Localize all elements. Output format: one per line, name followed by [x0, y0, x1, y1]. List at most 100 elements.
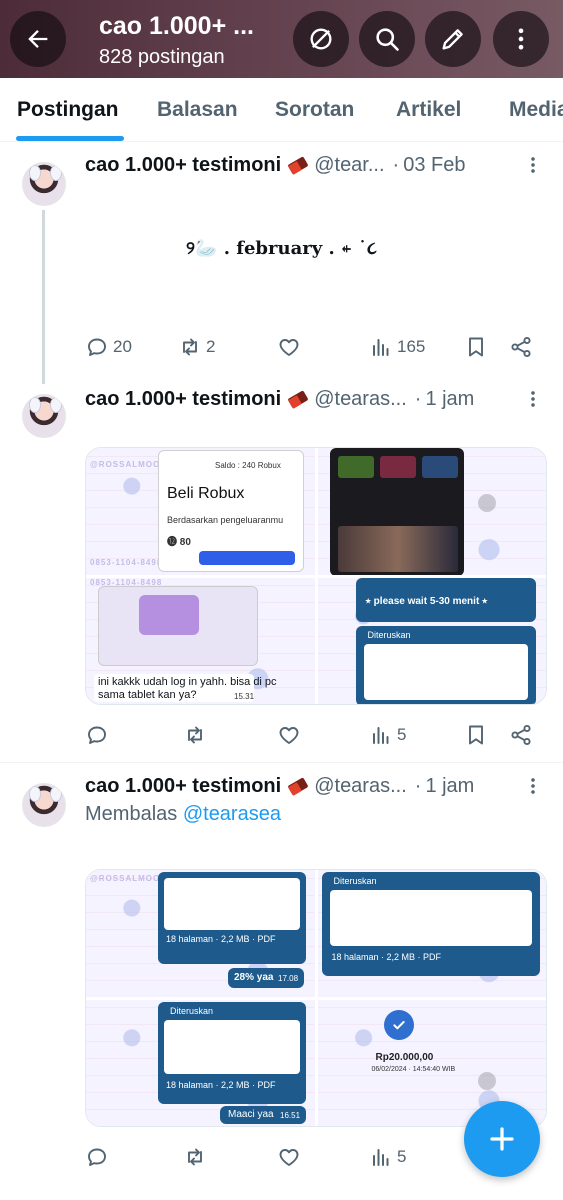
forwarded-label: Diteruskan: [170, 1005, 214, 1016]
percent-message: 28% yaa 17.08: [228, 968, 304, 988]
percent-text: 28% yaa: [234, 972, 274, 983]
repost-button[interactable]: [183, 1142, 207, 1172]
reply-button[interactable]: [85, 720, 109, 750]
forwarded-preview: [363, 643, 528, 700]
views-button[interactable]: 5: [369, 720, 406, 750]
chat-caption-line-2: sama tablet kan ya?: [98, 688, 197, 701]
mute-button[interactable]: [293, 11, 349, 67]
views-button[interactable]: 165: [369, 332, 425, 362]
share-icon: [511, 724, 531, 746]
forwarded-message: Diteruskan: [355, 625, 536, 704]
bookmark-icon: [469, 725, 483, 745]
media-image-3[interactable]: 0853-1104-8498 ini kakkk udah log in yah…: [86, 577, 315, 704]
display-name[interactable]: cao 1.000+ testimoni: [85, 154, 281, 177]
tab-media[interactable]: Media: [509, 98, 563, 122]
reply-button[interactable]: 20: [85, 332, 132, 362]
media-image-1[interactable]: @ROSSALMOOON ON IG 18 halaman · 2,2 MB ·…: [86, 870, 315, 997]
post-actions: 20 2 165: [85, 332, 547, 362]
bookmark-icon: [469, 337, 483, 357]
post-time[interactable]: 1 jam: [425, 388, 474, 411]
post-text: ୨🦢 . february . ⍅ ˙૮: [186, 238, 377, 259]
comment-icon: [88, 1148, 106, 1166]
payment-amount: Rp20.000,00: [375, 1051, 434, 1063]
repost-button[interactable]: [183, 720, 207, 750]
post-header: cao 1.000+ testimoni @tearas... · 1 jam: [85, 386, 474, 412]
profile-header: cao 1.000+ ... 828 postingan: [0, 0, 563, 78]
post-header: cao 1.000+ testimoni @tear... · 03 Feb: [85, 152, 465, 178]
reply-button[interactable]: [85, 1142, 109, 1172]
post-time[interactable]: 03 Feb: [403, 154, 465, 177]
tab-sorotan[interactable]: Sorotan: [275, 98, 354, 122]
repost-icon: [188, 726, 202, 744]
forwarded-label: Diteruskan: [367, 629, 411, 640]
heart-icon: [279, 727, 299, 744]
tab-postingan[interactable]: Postingan: [17, 98, 119, 122]
user-handle[interactable]: @tearas...: [314, 388, 407, 411]
share-icon: [511, 336, 531, 358]
like-button[interactable]: [277, 720, 301, 750]
more-vertical-icon: [531, 777, 535, 795]
post-more-button[interactable]: [521, 387, 545, 411]
more-vertical-icon: [518, 28, 524, 50]
bookmark-button[interactable]: [464, 720, 488, 750]
repost-icon: [183, 338, 197, 356]
heart-icon: [279, 1149, 299, 1166]
robux-screen: Saldo : 240 Robux Beli Robux Berdasarkan…: [158, 450, 304, 572]
post-header: cao 1.000+ testimoni @tearas... · 1 jam: [85, 773, 474, 799]
chat-time: 15.31: [234, 691, 255, 701]
media-image-2[interactable]: Diteruskan 18 halaman · 2,2 MB · PDF: [317, 870, 546, 997]
repost-button[interactable]: 2: [178, 332, 215, 362]
bookmark-button[interactable]: [464, 332, 488, 362]
post-2[interactable]: cao 1.000+ testimoni @tearas... · 1 jam …: [0, 386, 563, 762]
like-button[interactable]: [277, 332, 301, 362]
media-image-4[interactable]: ⭑ please wait 5-30 menit ⭑ Diteruskan: [317, 577, 546, 704]
file-info: 18 halaman · 2,2 MB · PDF: [166, 1079, 276, 1090]
compose-post-button[interactable]: [464, 1101, 540, 1177]
heart-icon: [279, 339, 299, 356]
bar-chart-icon: [373, 727, 389, 744]
media-image-3[interactable]: Diteruskan 18 halaman · 2,2 MB · PDF Maa…: [86, 999, 315, 1126]
video-indicator-icon: [477, 1071, 496, 1090]
repost-count: 2: [206, 337, 216, 356]
separator-dot: ·: [414, 387, 422, 410]
media-image-1[interactable]: @ROSSALMOOON ON IG 0853-1104-8498 Saldo …: [86, 448, 315, 575]
profile-tabs: Postingan Balasan Sorotan Artikel Media: [0, 78, 563, 142]
media-grid[interactable]: @ROSSALMOOON ON IG 0853-1104-8498 Saldo …: [85, 447, 547, 705]
user-handle[interactable]: @tearas...: [314, 775, 407, 798]
forwarded-message: Diteruskan 18 halaman · 2,2 MB · PDF: [321, 872, 540, 976]
thanks-text: Maaci yaa: [228, 1108, 274, 1120]
file-preview: [164, 1019, 300, 1074]
share-button[interactable]: [509, 332, 533, 362]
thumbnail: [337, 526, 458, 572]
tab-balasan[interactable]: Balasan: [157, 98, 238, 122]
media-grid[interactable]: @ROSSALMOOON ON IG 18 halaman · 2,2 MB ·…: [85, 869, 547, 1127]
media-image-2[interactable]: [317, 448, 546, 575]
chocolate-emoji-icon: [287, 155, 309, 175]
chat-bubble: ini kakkk udah log in yahh. bisa di pc s…: [94, 673, 277, 702]
login-screen: [98, 585, 258, 666]
avatar[interactable]: [22, 783, 66, 827]
post-more-button[interactable]: [521, 774, 545, 798]
search-button[interactable]: [359, 11, 415, 67]
more-options-button[interactable]: [493, 11, 549, 67]
post-time[interactable]: 1 jam: [425, 775, 474, 798]
payment-date: 06/02/2024 · 14:54:40 WIB: [371, 1065, 456, 1073]
avatar[interactable]: [22, 394, 66, 438]
views-button[interactable]: 5: [369, 1142, 406, 1172]
user-handle[interactable]: @tear...: [314, 154, 384, 177]
robux-buy-button: [199, 551, 295, 565]
display-name[interactable]: cao 1.000+ testimoni: [85, 775, 281, 798]
tab-artikel[interactable]: Artikel: [396, 98, 461, 122]
like-button[interactable]: [277, 1142, 301, 1172]
post-more-button[interactable]: [521, 153, 545, 177]
replying-to-handle[interactable]: @tearasea: [183, 803, 281, 825]
back-button[interactable]: [10, 11, 66, 67]
robux-amount: ⓬ 80: [167, 537, 191, 548]
avatar[interactable]: [22, 162, 66, 206]
post-1[interactable]: cao 1.000+ testimoni @tear... · 03 Feb ୨…: [0, 142, 563, 386]
thread-line: [42, 210, 45, 384]
share-button[interactable]: [509, 720, 533, 750]
bar-chart-icon: [373, 339, 389, 356]
edit-button[interactable]: [425, 11, 481, 67]
display-name[interactable]: cao 1.000+ testimoni: [85, 388, 281, 411]
